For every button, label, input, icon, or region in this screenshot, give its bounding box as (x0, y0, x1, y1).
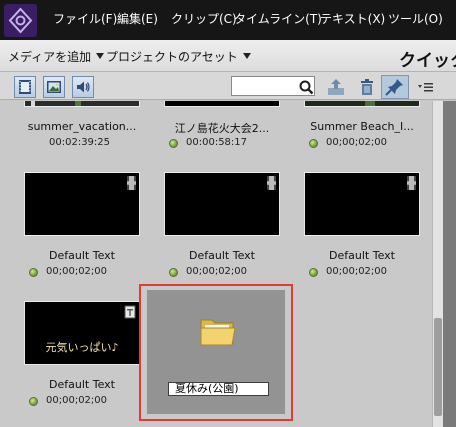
menu-text[interactable]: テキスト(X) (320, 11, 385, 28)
clip-thumbnail (304, 101, 420, 107)
status-indicator-icon (29, 397, 38, 406)
clip-thumbnail (24, 172, 140, 236)
clip-duration: 00;00;02;00 (186, 266, 248, 277)
menu-tools[interactable]: ツール(O) (388, 11, 443, 28)
trash-icon[interactable] (356, 76, 378, 98)
selected-folder-item[interactable]: 夏休み(公園) (139, 284, 293, 421)
panel-divider (443, 101, 456, 427)
image-filter-icon[interactable] (43, 76, 65, 98)
pin-button[interactable] (381, 75, 409, 99)
thumbnail-detail (31, 101, 35, 106)
panel-menu-icon[interactable] (415, 76, 437, 98)
film-strip-icon (127, 176, 136, 190)
status-indicator-icon (169, 268, 178, 277)
clip-name: Default Text (329, 249, 395, 262)
clip-thumbnail (24, 101, 140, 107)
add-media-label: メディアを追加 (8, 50, 92, 64)
menu-bar: ファイル(F) 編集(E) クリップ(C) タイムライン(T) テキスト(X) … (0, 0, 456, 40)
title-clip-icon (124, 305, 136, 319)
clip-name: Default Text (49, 249, 115, 262)
audio-filter-icon[interactable] (72, 76, 94, 98)
folder-icon (200, 319, 236, 346)
scrollbar-thumb[interactable] (434, 318, 442, 416)
menu-edit[interactable]: 編集(E) (117, 11, 158, 28)
project-assets-dropdown[interactable]: プロジェクトのアセット (106, 49, 251, 65)
pin-icon (385, 79, 403, 96)
menu-file[interactable]: ファイル(F) (53, 11, 117, 28)
clip-name: Summer Beach_I... (310, 120, 414, 133)
status-indicator-icon (169, 139, 178, 148)
search-icon[interactable] (296, 76, 318, 98)
thumbnail-detail (75, 101, 81, 106)
film-strip-icon (267, 176, 276, 190)
menu-timeline[interactable]: タイムライン(T) (234, 11, 322, 28)
app-logo-icon[interactable] (4, 4, 37, 37)
clip-name: 江ノ島花火大会2... (174, 122, 270, 135)
folder-tile: 夏休み(公園) (147, 290, 285, 414)
project-assets-label: プロジェクトのアセット (106, 50, 238, 64)
clip-name: summer_vacation... (27, 120, 137, 133)
clip-name: Default Text (189, 249, 255, 262)
clip-thumbnail (304, 172, 420, 236)
media-toolbar: メディアを追加 プロジェクトのアセット クイック (0, 40, 456, 72)
filter-bar (0, 72, 456, 100)
clip-duration: 00;00;02;00 (326, 266, 388, 277)
clip-name: Default Text (49, 378, 115, 391)
clip-duration: 00:00:58:17 (186, 137, 248, 148)
quick-mode-tab[interactable]: クイック (399, 46, 456, 71)
clip-duration: 00;00;02;00 (46, 395, 108, 406)
folder-name-field[interactable]: 夏休み(公園) (168, 382, 269, 396)
video-filter-icon[interactable] (14, 76, 36, 98)
thumbnail-caption: 元気いっぱい♪ (45, 341, 119, 354)
add-media-dropdown[interactable]: メディアを追加 (8, 49, 105, 65)
media-grid: summer_vacation... 00:02:39:25 江ノ島花火大会2.… (0, 101, 432, 427)
clip-duration: 00;00;02;00 (46, 266, 108, 277)
status-indicator-icon (29, 268, 38, 277)
chevron-down-icon (242, 53, 251, 59)
clip-duration: 00;00;02;00 (326, 137, 388, 148)
vertical-scrollbar[interactable] (432, 101, 443, 427)
chevron-down-icon (96, 53, 105, 59)
upload-icon[interactable] (325, 76, 347, 98)
film-strip-icon (407, 176, 416, 190)
status-indicator-icon (309, 268, 318, 277)
thumbnail-detail (365, 101, 375, 106)
clip-duration: 00:02:39:25 (49, 137, 111, 148)
clip-thumbnail (164, 101, 280, 107)
clip-thumbnail (164, 172, 280, 236)
clip-thumbnail: 元気いっぱい♪ (24, 301, 140, 365)
menu-clip[interactable]: クリップ(C) (171, 11, 237, 28)
status-indicator-icon (309, 139, 318, 148)
